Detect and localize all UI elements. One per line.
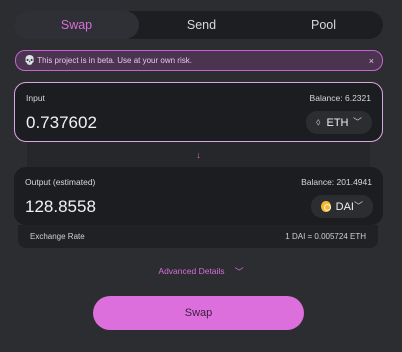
arrow-down-icon[interactable]: ↓: [196, 150, 201, 160]
advanced-details-toggle[interactable]: Advanced Details ﹀: [0, 264, 402, 278]
exchange-rate-value: 1 DAI = 0.005724 ETH: [285, 232, 366, 241]
output-balance: Balance: 201.4941: [301, 177, 372, 187]
input-amount-field[interactable]: 0.737602: [26, 113, 226, 133]
exchange-rate-label: Exchange Rate: [30, 232, 85, 241]
tab-swap[interactable]: Swap: [14, 11, 139, 39]
eth-icon: ⬨: [316, 117, 321, 128]
input-token-label: ETH: [326, 116, 349, 129]
swap-button[interactable]: Swap: [93, 296, 304, 330]
advanced-details-label: Advanced Details: [158, 266, 225, 276]
tab-pool[interactable]: Pool: [264, 11, 383, 39]
tab-send[interactable]: Send: [139, 11, 264, 39]
output-token-label: DAI: [335, 200, 354, 213]
input-token-select[interactable]: ⬨ ETH ﹀: [306, 111, 372, 134]
chevron-down-icon: ﹀: [234, 266, 244, 277]
input-balance: Balance: 6.2321: [309, 93, 371, 103]
tab-bar: Swap Send Pool: [14, 11, 383, 39]
chevron-down-icon: ﹀: [352, 117, 362, 127]
input-card: Input Balance: 6.2321 0.737602 ⬨ ETH ﹀: [14, 82, 383, 142]
skull-icon: 💀: [24, 55, 36, 65]
dai-icon: [321, 201, 331, 212]
close-icon[interactable]: ×: [369, 56, 374, 66]
input-label: Input: [26, 93, 45, 103]
banner-text: This project is in beta. Use at your own…: [37, 56, 192, 65]
swap-direction-strip: ↓: [27, 142, 370, 167]
chevron-down-icon: ﹀: [353, 201, 363, 211]
beta-warning-banner: 💀 This project is in beta. Use at your o…: [15, 50, 383, 71]
output-label: Output (estimated): [25, 177, 96, 187]
output-card: Output (estimated) Balance: 201.4941 128…: [14, 167, 383, 225]
exchange-rate-row: Exchange Rate 1 DAI = 0.005724 ETH: [18, 225, 378, 248]
output-token-select[interactable]: DAI ﹀: [311, 195, 373, 218]
output-amount-field[interactable]: 128.8558: [25, 197, 225, 217]
